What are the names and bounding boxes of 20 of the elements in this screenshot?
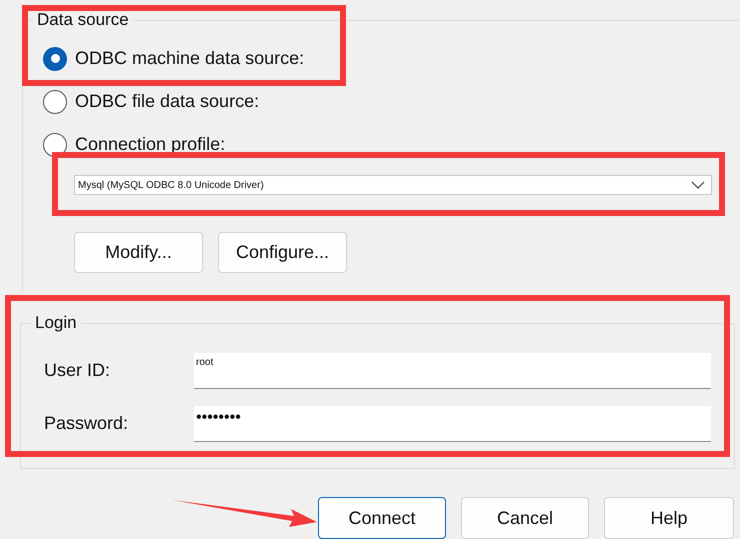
chevron-down-icon <box>691 181 705 189</box>
group-title: Login <box>34 312 78 334</box>
group-title: Data source <box>36 9 130 31</box>
dialog-button[interactable]: Cancel <box>461 497 589 539</box>
profile-dropdown[interactable]: Mysql (MySQL ODBC 8.0 Unicode Driver) <box>74 175 712 195</box>
field-label: User ID: <box>44 360 112 381</box>
radio-label[interactable]: Connection profile: <box>75 134 226 155</box>
field-label: Password: <box>44 413 130 434</box>
radio-button[interactable] <box>43 46 67 70</box>
radio-button[interactable] <box>43 132 67 156</box>
dropdown-value: Mysql (MySQL ODBC 8.0 Unicode Driver) <box>78 180 264 190</box>
input-field[interactable]: root <box>194 352 711 388</box>
dialog-button[interactable]: Connect <box>318 497 446 539</box>
dialog-button[interactable]: Help <box>604 497 734 539</box>
input-field[interactable]: •••••••• <box>194 406 711 442</box>
dialog-button[interactable]: Modify... <box>74 232 203 273</box>
radio-label[interactable]: ODBC file data source: <box>75 91 260 112</box>
radio-button[interactable] <box>43 90 67 114</box>
dialog-button[interactable]: Configure... <box>218 232 347 273</box>
radio-label[interactable]: ODBC machine data source: <box>75 48 304 69</box>
